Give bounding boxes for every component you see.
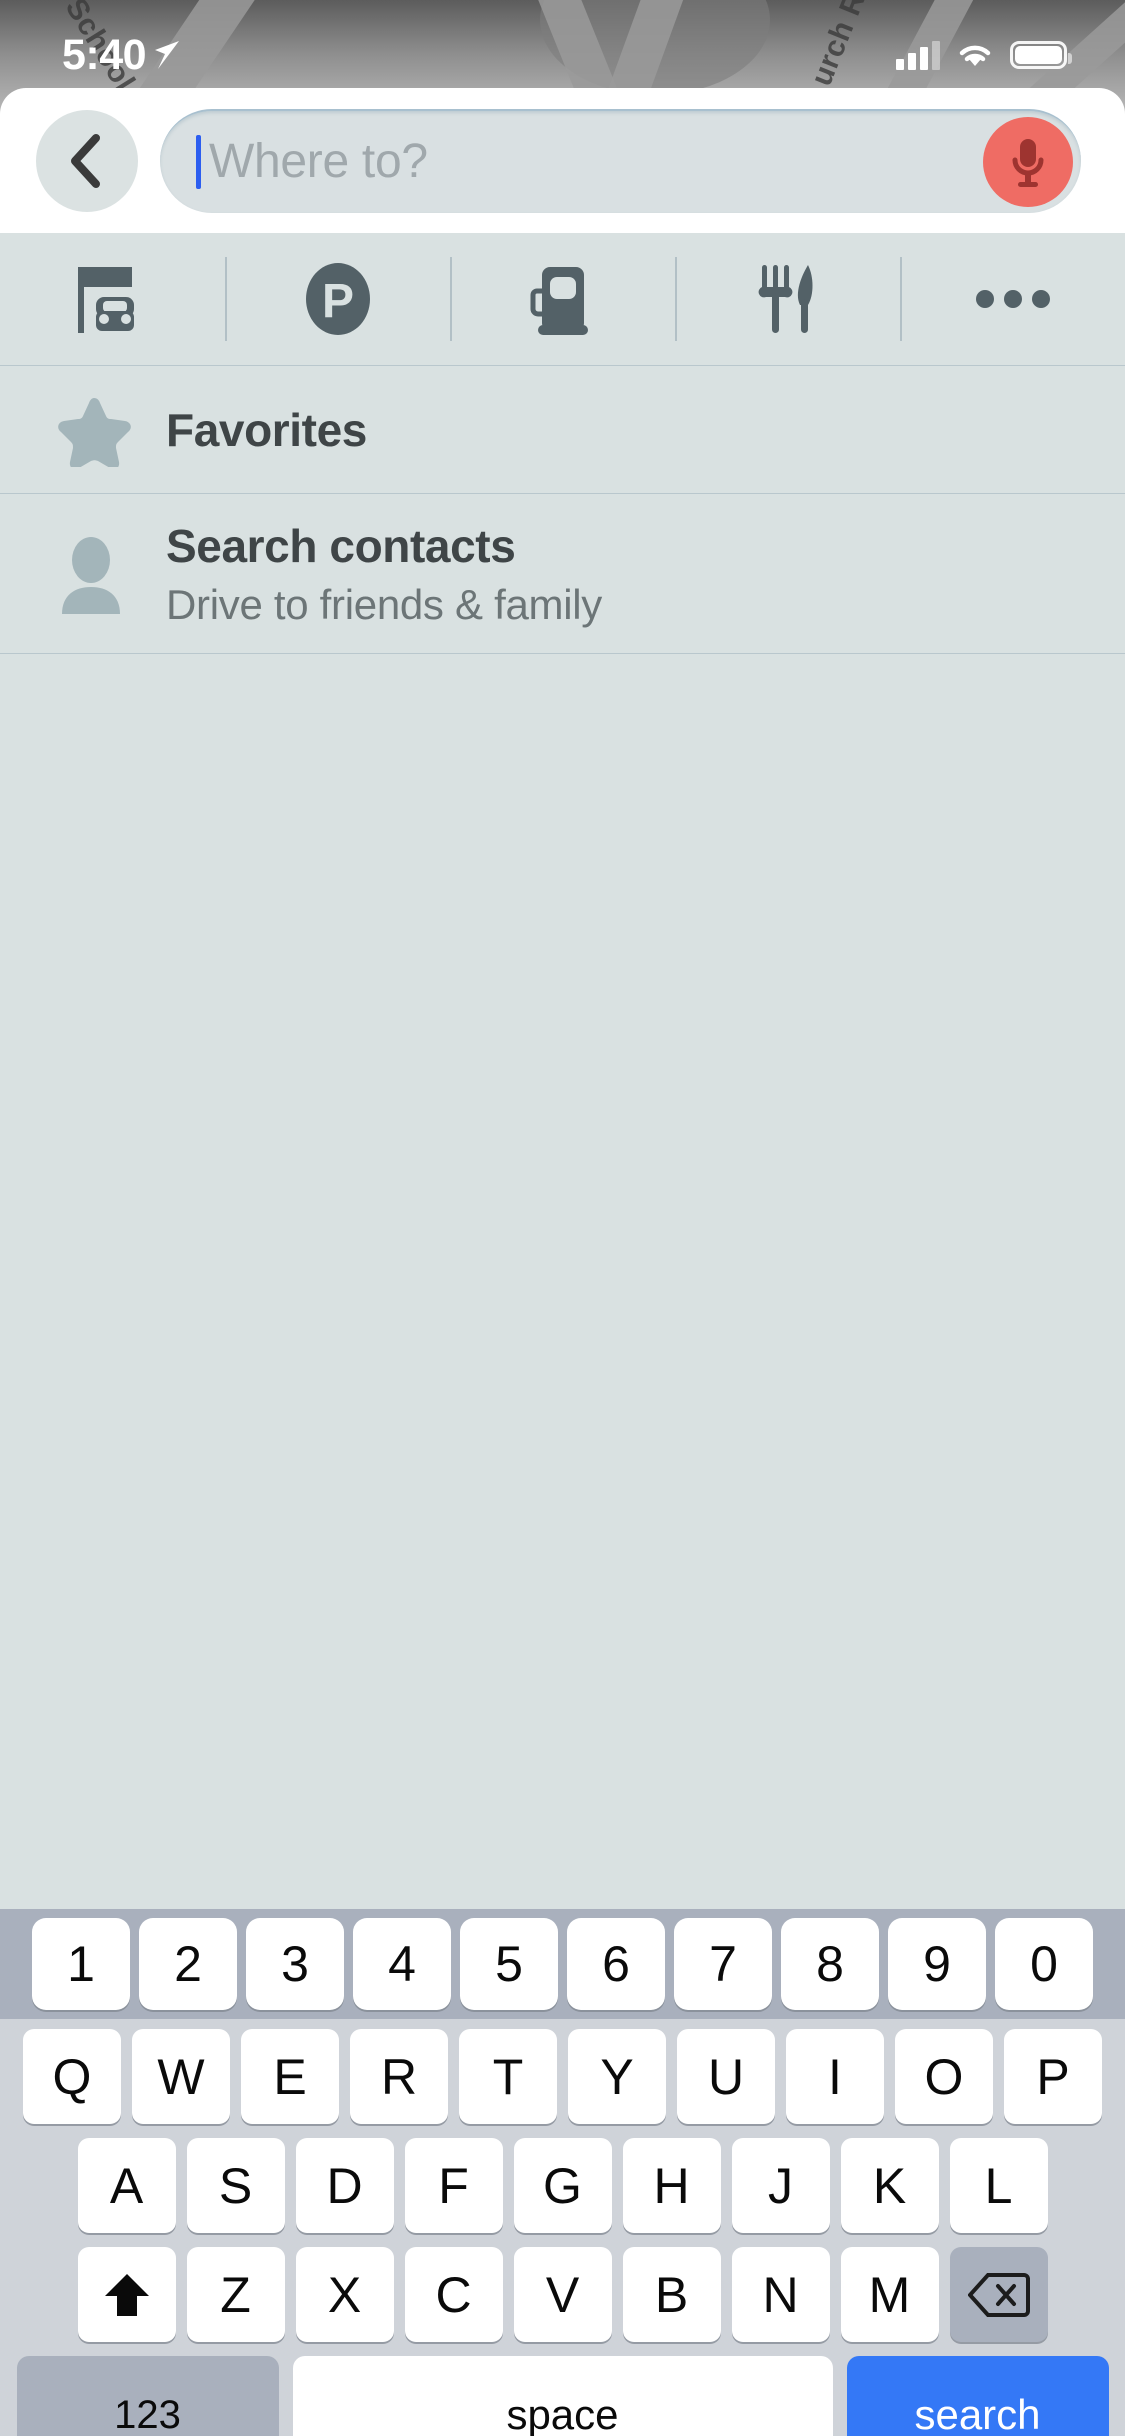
status-bar: 5:40 xyxy=(0,0,1125,110)
key-r[interactable]: R xyxy=(350,2029,448,2124)
status-time: 5:40 xyxy=(62,30,147,79)
fork-knife-icon xyxy=(758,265,812,333)
row-text: Search contacts Drive to friends & famil… xyxy=(166,519,602,629)
key-t[interactable]: T xyxy=(459,2029,557,2124)
key-7[interactable]: 7 xyxy=(674,1918,772,2010)
key-b[interactable]: B xyxy=(622,2247,721,2342)
backspace-key[interactable] xyxy=(949,2247,1048,2342)
keyboard-row-a: A S D F G H J K L xyxy=(0,2138,1125,2233)
key-9[interactable]: 9 xyxy=(888,1918,986,2010)
quick-action-gas[interactable] xyxy=(450,233,675,365)
status-bar-right xyxy=(896,40,1072,70)
key-2[interactable]: 2 xyxy=(139,1918,237,2010)
key-p[interactable]: P xyxy=(1004,2029,1102,2124)
key-f[interactable]: F xyxy=(404,2138,503,2233)
list-item-title: Favorites xyxy=(166,403,367,456)
keyboard-number-row: 1 2 3 4 5 6 7 8 9 0 xyxy=(0,1909,1125,2019)
key-j[interactable]: J xyxy=(731,2138,830,2233)
key-c[interactable]: C xyxy=(404,2247,503,2342)
key-d[interactable]: D xyxy=(295,2138,394,2233)
cellular-signal-icon xyxy=(896,40,940,70)
key-s[interactable]: S xyxy=(186,2138,285,2233)
key-e[interactable]: E xyxy=(241,2029,339,2124)
gas-pump-icon xyxy=(530,267,588,335)
chevron-left-icon xyxy=(71,133,100,188)
more-dots-icon xyxy=(975,290,1050,308)
shift-arrow-icon xyxy=(104,2273,149,2316)
key-5[interactable]: 5 xyxy=(460,1918,558,2010)
phone-screen: School urch R 5:40 Where to? P Favorites… xyxy=(0,0,1125,2436)
space-key[interactable]: space xyxy=(292,2356,833,2436)
key-4[interactable]: 4 xyxy=(353,1918,451,2010)
row-icon xyxy=(56,393,166,467)
voice-search-button[interactable] xyxy=(983,116,1073,207)
key-k[interactable]: K xyxy=(840,2138,939,2233)
quick-action-drive-thru[interactable] xyxy=(0,233,225,365)
key-8[interactable]: 8 xyxy=(781,1918,879,2010)
key-a[interactable]: A xyxy=(77,2138,176,2233)
key-1[interactable]: 1 xyxy=(32,1918,130,2010)
quick-action-more[interactable] xyxy=(900,233,1125,365)
backspace-icon xyxy=(967,2272,1030,2317)
search-placeholder: Where to? xyxy=(209,135,428,188)
contact-person-icon xyxy=(62,536,120,614)
key-x[interactable]: X xyxy=(295,2247,394,2342)
key-i[interactable]: I xyxy=(786,2029,884,2124)
quick-action-food[interactable] xyxy=(675,233,900,365)
quick-action-parking[interactable]: P xyxy=(225,233,450,365)
star-icon xyxy=(58,397,131,467)
search-return-key[interactable]: search xyxy=(846,2356,1109,2436)
list-item-subtitle: Drive to friends & family xyxy=(166,580,602,628)
numeric-key[interactable]: 123 xyxy=(16,2356,279,2436)
key-o[interactable]: O xyxy=(895,2029,993,2124)
svg-text:P: P xyxy=(321,275,353,328)
keyboard-bottom-row: 123 space search xyxy=(0,2356,1125,2436)
parking-p-icon: P xyxy=(305,263,370,335)
location-arrow-icon xyxy=(155,41,180,69)
key-6[interactable]: 6 xyxy=(567,1918,665,2010)
keyboard-letter-rows: Q W E R T Y U I O P A S D F G H J K L Z … xyxy=(0,2019,1125,2436)
row-icon xyxy=(56,534,166,614)
key-q[interactable]: Q xyxy=(23,2029,121,2124)
quick-actions-row: P xyxy=(0,233,1125,366)
key-h[interactable]: H xyxy=(622,2138,721,2233)
list-item-title: Search contacts xyxy=(166,519,516,572)
back-button[interactable] xyxy=(36,109,138,212)
row-text: Favorites xyxy=(166,403,367,457)
key-3[interactable]: 3 xyxy=(246,1918,344,2010)
wifi-icon xyxy=(959,45,991,66)
search-input[interactable]: Where to? xyxy=(160,108,1081,213)
microphone-icon xyxy=(1012,138,1044,187)
status-bar-left: 5:40 xyxy=(62,31,182,80)
key-v[interactable]: V xyxy=(513,2247,612,2342)
key-w[interactable]: W xyxy=(132,2029,230,2124)
on-screen-keyboard: 1 2 3 4 5 6 7 8 9 0 Q W E R T Y U I O P xyxy=(0,1909,1125,2436)
text-cursor xyxy=(196,134,201,189)
battery-icon xyxy=(1010,41,1072,69)
key-l[interactable]: L xyxy=(949,2138,1048,2233)
key-z[interactable]: Z xyxy=(186,2247,285,2342)
keyboard-row-q: Q W E R T Y U I O P xyxy=(0,2029,1125,2124)
key-n[interactable]: N xyxy=(731,2247,830,2342)
keyboard-row-z: Z X C V B N M xyxy=(0,2247,1125,2342)
key-u[interactable]: U xyxy=(677,2029,775,2124)
car-under-sign-icon xyxy=(77,267,134,333)
key-m[interactable]: M xyxy=(840,2247,939,2342)
key-0[interactable]: 0 xyxy=(995,1918,1093,2010)
key-g[interactable]: G xyxy=(513,2138,612,2233)
list-item-favorites[interactable]: Favorites xyxy=(0,366,1125,494)
list-item-search-contacts[interactable]: Search contacts Drive to friends & famil… xyxy=(0,494,1125,654)
shift-key[interactable] xyxy=(77,2247,176,2342)
key-y[interactable]: Y xyxy=(568,2029,666,2124)
